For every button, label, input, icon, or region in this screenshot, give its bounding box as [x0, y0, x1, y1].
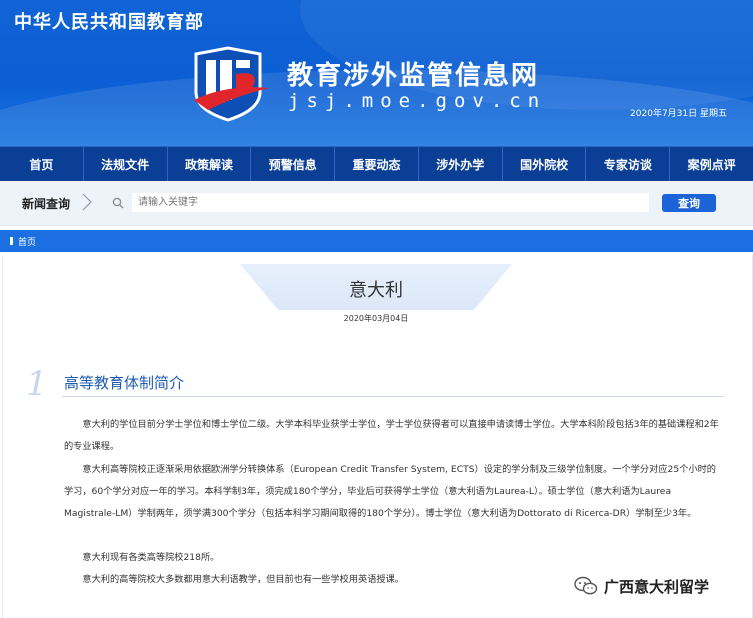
breadcrumb: 首页	[0, 230, 753, 252]
nav-item-cases[interactable]: 案例点评	[670, 147, 753, 181]
site-logo-icon[interactable]	[190, 44, 272, 122]
nav-item-warnings[interactable]: 预警信息	[251, 147, 336, 181]
ministry-name[interactable]: 中华人民共和国教育部	[14, 8, 204, 34]
watermark: 广西意大利留学	[574, 574, 709, 598]
wechat-icon	[574, 576, 598, 595]
nav-item-foreign-schools-program[interactable]: 涉外办学	[419, 147, 503, 181]
article-date: 2020年03月04日	[343, 314, 409, 323]
article-paragraph: 意大利高等院校正逐渐采用依据欧洲学分转换体系（European Credit T…	[64, 464, 716, 519]
news-search-label: 新闻查询	[22, 197, 71, 211]
section-divider	[62, 396, 724, 397]
search-icon	[112, 197, 124, 209]
nav-item-interviews[interactable]: 专家访谈	[586, 147, 671, 181]
current-date: 2020年7月31日 星期五	[630, 109, 727, 119]
search-bar: 新闻查询	[0, 181, 753, 226]
article-title: 意大利	[349, 280, 403, 301]
main-nav: 首页 法规文件 政策解读 预警信息 重要动态 涉外办学 国外院校 专家访谈 案例…	[0, 146, 753, 181]
section-number: 1	[26, 364, 48, 404]
section-title: 高等教育体制简介	[64, 374, 185, 392]
article-paragraph: 意大利现有各类高等院校218所。	[82, 552, 220, 563]
article-paragraph: 意大利的学位目前分学士学位和博士学位二级。大学本科毕业获学士学位，学士学位获得者…	[64, 419, 719, 452]
nav-item-policy[interactable]: 政策解读	[168, 147, 252, 181]
nav-item-news[interactable]: 重要动态	[335, 147, 419, 181]
nav-item-home[interactable]: 首页	[0, 147, 84, 181]
watermark-text: 广西意大利留学	[604, 577, 710, 596]
nav-item-foreign-institutions[interactable]: 国外院校	[503, 147, 587, 181]
breadcrumb-home-link[interactable]: 首页	[18, 235, 36, 248]
breadcrumb-marker	[10, 237, 13, 245]
site-header: 中华人民共和国教育部 教育涉外监管信息网 jsj.moe.gov.cn 2020…	[0, 0, 753, 146]
site-url: jsj.moe.gov.cn	[288, 90, 547, 112]
search-input[interactable]	[132, 193, 649, 212]
chevron-right-icon	[82, 193, 92, 211]
nav-item-regulations[interactable]: 法规文件	[84, 147, 168, 181]
search-button[interactable]: 查询	[662, 194, 716, 212]
site-title[interactable]: 教育涉外监管信息网	[287, 55, 539, 92]
